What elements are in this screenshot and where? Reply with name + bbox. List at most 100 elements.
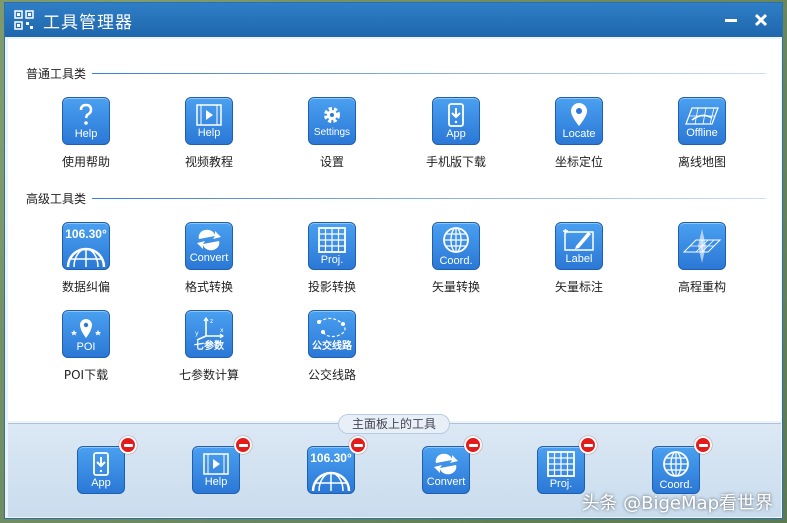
remove-icon[interactable] xyxy=(464,436,482,454)
tool-poi-download[interactable]: POI POI下载 xyxy=(36,310,136,383)
convert-tile[interactable]: Convert xyxy=(422,446,470,494)
projection-grid-icon xyxy=(318,226,346,253)
tool-projection-convert[interactable]: Proj. 投影转换 xyxy=(282,222,382,295)
close-icon[interactable] xyxy=(746,5,776,35)
tool-label: 离线地图 xyxy=(677,155,726,169)
seven-params-tile[interactable]: zxy 七参数 xyxy=(185,310,233,358)
gear-icon xyxy=(324,106,340,123)
proj-tile[interactable]: Proj. xyxy=(308,222,356,270)
projection-grid-icon xyxy=(547,450,575,477)
tool-vector-convert[interactable]: Coord. 矢量转换 xyxy=(406,222,506,295)
convert-arrows-icon xyxy=(197,229,221,250)
pinned-tool-app[interactable]: App xyxy=(77,436,137,494)
remove-icon[interactable] xyxy=(119,436,137,454)
tool-label: 公交线路 xyxy=(307,368,356,382)
tool-format-convert[interactable]: Convert 格式转换 xyxy=(159,222,259,295)
tool-bus-route[interactable]: 公交线路 公交线路 xyxy=(282,310,382,383)
elevation-tile[interactable] xyxy=(678,222,726,270)
terrain-mesh-icon xyxy=(682,229,722,263)
tool-label: 高程重构 xyxy=(677,280,726,294)
window-title: 工具管理器 xyxy=(43,12,133,33)
tool-vector-label[interactable]: Label 矢量标注 xyxy=(529,222,629,295)
qr-code-icon xyxy=(13,9,35,31)
watermark: 头条 @BigeMap看世界 xyxy=(581,493,773,514)
bus-route-icon xyxy=(317,317,346,337)
tool-manager-window: 工具管理器 普通工具类 Help 使用帮助 Help 视频教程 Settings… xyxy=(4,2,783,519)
poi-pin-icon xyxy=(71,318,101,338)
main-panel-label: 主面板上的工具 xyxy=(338,414,450,434)
svg-text:y: y xyxy=(195,330,199,337)
offline-tile[interactable]: Offline xyxy=(678,97,726,145)
tool-offline-map[interactable]: Offline 离线地图 xyxy=(652,97,752,170)
tool-label: POI下载 xyxy=(63,368,109,382)
location-pin-icon xyxy=(571,102,587,126)
phone-download-icon xyxy=(93,451,109,476)
tool-label: 矢量标注 xyxy=(554,280,603,294)
remove-icon[interactable] xyxy=(234,436,252,454)
label-pencil-icon xyxy=(563,228,594,251)
pinned-tool-proj[interactable]: Proj. xyxy=(537,436,597,494)
tool-label: 数据纠偏 xyxy=(61,280,110,294)
convert-tile[interactable]: Convert xyxy=(185,222,233,270)
tool-elevation-rebuild[interactable]: 高程重构 xyxy=(652,222,752,295)
proj-tile[interactable]: Proj. xyxy=(537,446,585,494)
app-tile[interactable]: App xyxy=(432,97,480,145)
tool-mobile-download[interactable]: App 手机版下载 xyxy=(406,97,506,170)
section-advanced-title: 高级工具类 xyxy=(26,192,87,206)
help-tile[interactable]: Help xyxy=(62,97,110,145)
section-common: 普通工具类 xyxy=(26,65,766,82)
section-advanced: 高级工具类 xyxy=(26,190,766,207)
minimize-icon[interactable] xyxy=(716,5,746,35)
pinned-tool-correction[interactable]: 106.30° xyxy=(307,436,367,494)
section-common-title: 普通工具类 xyxy=(26,67,87,81)
remove-icon[interactable] xyxy=(694,436,712,454)
locate-tile[interactable]: Locate xyxy=(555,97,603,145)
offline-map-icon xyxy=(685,106,719,125)
globe-grid-icon xyxy=(66,247,106,267)
tool-data-correction[interactable]: 106.30° 数据纠偏 xyxy=(36,222,136,295)
pinned-tool-coord[interactable]: Coord. xyxy=(652,436,712,494)
tools-content: 普通工具类 Help 使用帮助 Help 视频教程 Settings 设置 Ap… xyxy=(8,39,781,421)
pinned-tool-help[interactable]: Help xyxy=(192,436,252,494)
coord-tile[interactable]: Coord. xyxy=(432,222,480,270)
globe-grid-icon xyxy=(311,471,351,491)
tool-label: 格式转换 xyxy=(184,280,233,294)
phone-download-icon xyxy=(448,102,464,127)
tool-label: 使用帮助 xyxy=(61,155,110,169)
tool-label: 设置 xyxy=(319,155,344,169)
bus-route-tile[interactable]: 公交线路 xyxy=(308,310,356,358)
video-icon xyxy=(203,452,229,475)
video-icon xyxy=(196,103,222,126)
video-tile[interactable]: Help xyxy=(192,446,240,494)
globe-icon xyxy=(443,226,469,253)
tool-label: 视频教程 xyxy=(184,155,233,169)
tool-label: 坐标定位 xyxy=(554,155,603,169)
coord-tile[interactable]: Coord. xyxy=(652,446,700,494)
title-bar: 工具管理器 xyxy=(5,3,782,37)
correction-tile[interactable]: 106.30° xyxy=(307,446,355,494)
correction-tile[interactable]: 106.30° xyxy=(62,222,110,270)
pinned-tool-convert[interactable]: Convert xyxy=(422,436,482,494)
svg-text:z: z xyxy=(210,318,213,325)
tool-label: 矢量转换 xyxy=(431,280,480,294)
tool-help[interactable]: Help 使用帮助 xyxy=(36,97,136,170)
tool-seven-params[interactable]: zxy 七参数 七参数计算 xyxy=(159,310,259,383)
tool-label: 手机版下载 xyxy=(425,155,486,169)
poi-tile[interactable]: POI xyxy=(62,310,110,358)
settings-tile[interactable]: Settings xyxy=(308,97,356,145)
label-tile[interactable]: Label xyxy=(555,222,603,270)
globe-icon xyxy=(663,450,689,477)
axes-icon: zx y xyxy=(195,316,225,340)
tool-video-tutorial[interactable]: Help 视频教程 xyxy=(159,97,259,170)
remove-icon[interactable] xyxy=(349,436,367,454)
tool-settings[interactable]: Settings 设置 xyxy=(282,97,382,170)
tool-label: 投影转换 xyxy=(307,280,356,294)
svg-text:x: x xyxy=(220,327,224,334)
convert-arrows-icon xyxy=(434,453,458,474)
video-tile[interactable]: Help xyxy=(185,97,233,145)
app-tile[interactable]: App xyxy=(77,446,125,494)
tool-locate[interactable]: Locate 坐标定位 xyxy=(529,97,629,170)
question-icon xyxy=(79,103,93,125)
remove-icon[interactable] xyxy=(579,436,597,454)
tool-label: 七参数计算 xyxy=(178,368,239,382)
